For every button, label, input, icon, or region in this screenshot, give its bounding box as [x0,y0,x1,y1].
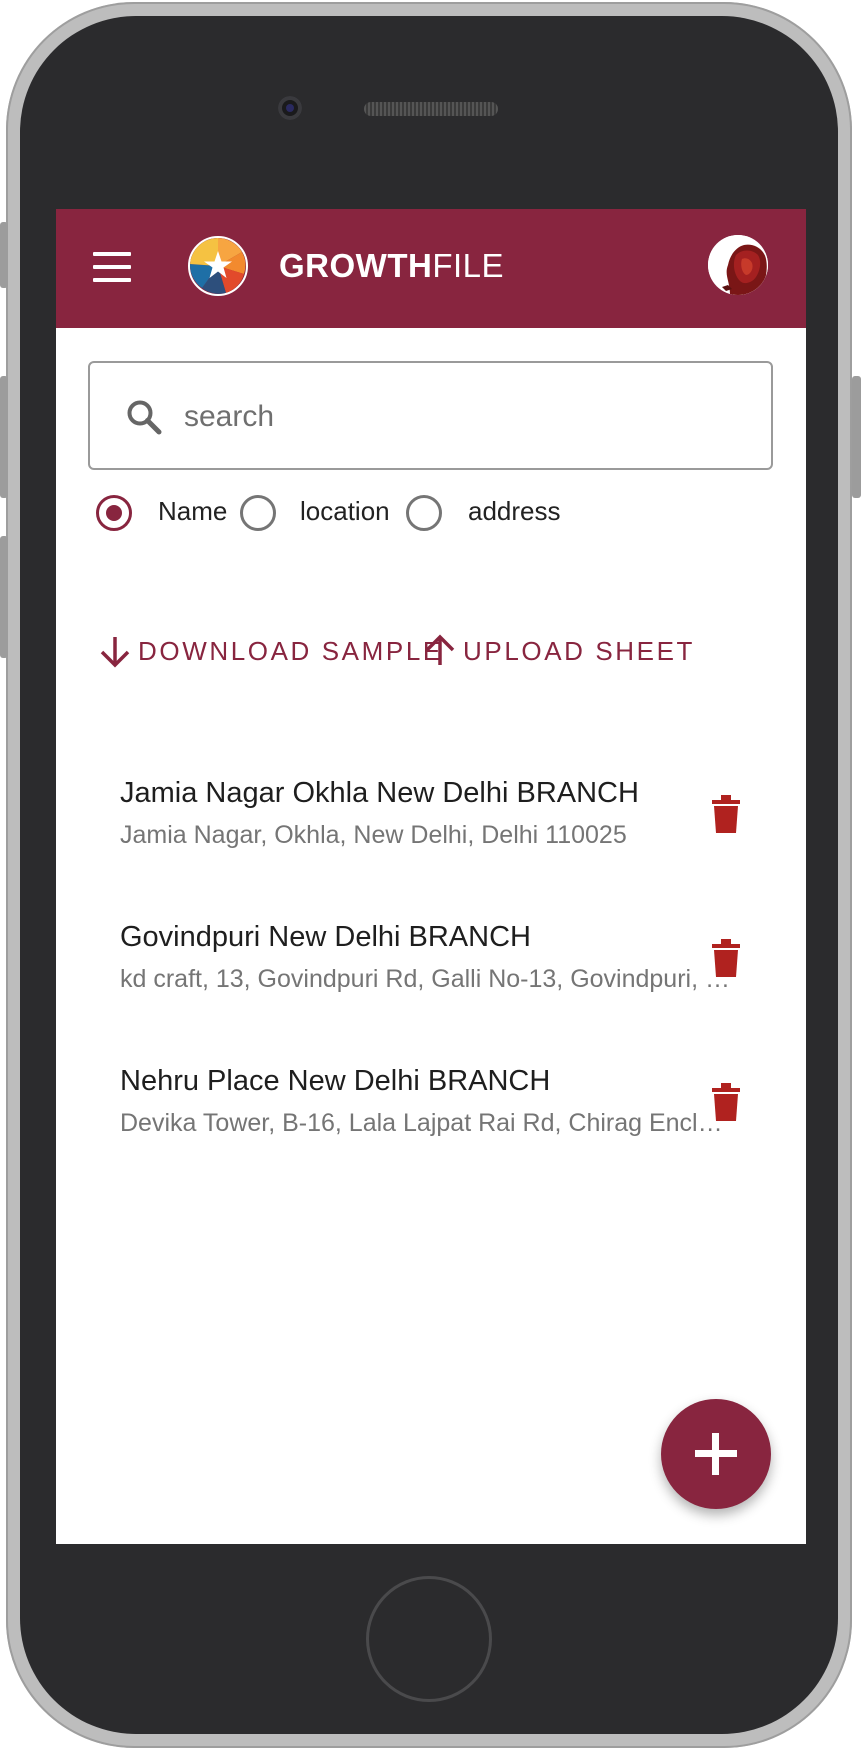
list-item[interactable]: Jamia Nagar Okhla New Delhi BRANCH Jamia… [120,777,740,877]
branch-title: Jamia Nagar Okhla New Delhi BRANCH [120,777,639,809]
upload-sheet-button[interactable]: UPLOAD SHEET [423,629,695,673]
delete-icon[interactable] [712,939,740,977]
user-avatar-icon[interactable] [708,235,768,295]
list-item[interactable]: Nehru Place New Delhi BRANCH Devika Towe… [120,1065,740,1165]
power-button [852,376,861,498]
search-icon [127,400,162,435]
brand-bold-text: GROWTH [279,247,433,284]
search-input[interactable] [182,387,746,447]
branch-title: Nehru Place New Delhi BRANCH [120,1065,551,1097]
growthfile-logo-icon [188,236,248,296]
radio-label-location: location [300,496,390,526]
radio-label-address: address [468,496,561,526]
delete-icon[interactable] [712,795,740,833]
radio-location[interactable] [240,495,276,531]
volume-down-button [0,536,8,658]
delete-icon[interactable] [712,1083,740,1121]
hamburger-menu-icon[interactable] [93,252,131,282]
volume-up-button [0,376,8,498]
radio-label-name: Name [158,496,228,526]
arrow-down-icon [100,637,130,668]
arrow-up-icon [425,634,455,665]
branch-title: Govindpuri New Delhi BRANCH [120,921,531,953]
branch-address: Devika Tower, B-16, Lala Lajpat Rai Rd, … [120,1109,735,1137]
radio-address[interactable] [406,495,442,531]
search-field[interactable] [88,361,773,470]
speaker-grille [364,102,498,116]
list-item[interactable]: Govindpuri New Delhi BRANCH kd craft, 13… [120,921,740,1021]
branch-address: Jamia Nagar, Okhla, New Delhi, Delhi 110… [120,821,627,849]
app-screen: GROWTHFILE Name location address DOWNLOA… [56,209,806,1544]
download-sample-button[interactable]: DOWNLOAD SAMPLE [98,629,443,673]
brand-light-text: FILE [432,247,505,284]
top-app-bar: GROWTHFILE [56,209,806,328]
download-sample-label: DOWNLOAD SAMPLE [138,635,443,666]
silent-switch [0,222,8,288]
camera-icon [278,96,302,120]
plus-icon-vertical [712,1433,719,1475]
add-button[interactable] [661,1399,771,1509]
home-button[interactable] [366,1576,492,1702]
branch-address: kd craft, 13, Govindpuri Rd, Galli No-13… [120,965,735,993]
app-brand-title: GROWTHFILE [279,247,504,285]
radio-name[interactable] [96,495,132,531]
upload-sheet-label: UPLOAD SHEET [463,635,696,666]
